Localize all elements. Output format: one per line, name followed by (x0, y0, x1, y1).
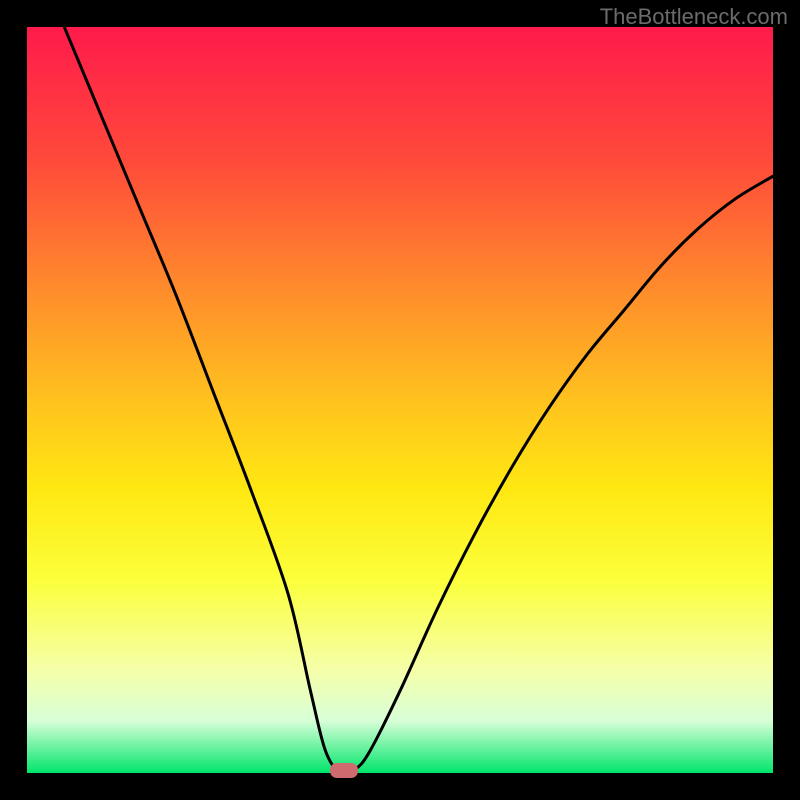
watermark-text: TheBottleneck.com (600, 4, 788, 30)
optimum-marker (330, 763, 358, 778)
bottleneck-chart (27, 27, 773, 773)
curve-line (64, 27, 773, 773)
